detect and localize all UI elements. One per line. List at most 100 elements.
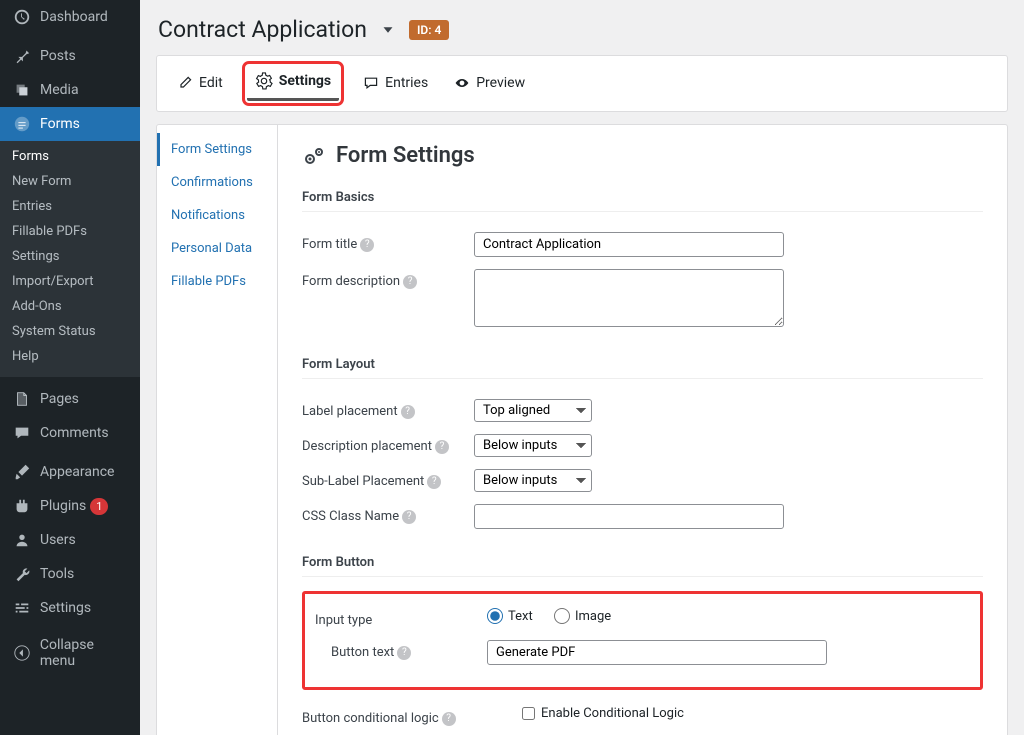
subnav-fillable-pdfs[interactable]: Fillable PDFs [0, 219, 140, 244]
page-header: Contract Application ID: 4 [156, 12, 1008, 55]
nav-plugins[interactable]: Plugins 1 [0, 489, 140, 523]
nav-forms-submenu: Forms New Form Entries Fillable PDFs Set… [0, 141, 140, 377]
media-icon [12, 80, 32, 100]
nav-users[interactable]: Users [0, 523, 140, 557]
tab-settings-label: Settings [279, 73, 331, 89]
nav-forms[interactable]: Forms [0, 107, 140, 141]
help-icon[interactable]: ? [427, 475, 441, 489]
help-icon[interactable]: ? [442, 712, 456, 726]
gear-icon [255, 72, 273, 90]
help-icon[interactable]: ? [397, 646, 411, 660]
subtab-notifications[interactable]: Notifications [157, 199, 277, 232]
nav-tools[interactable]: Tools [0, 557, 140, 591]
nav-forms-label: Forms [40, 116, 80, 132]
chat-icon [363, 75, 379, 91]
subtab-form-settings[interactable]: Form Settings [157, 133, 277, 166]
settings-panel: Form Settings Form Basics Form title? Fo… [278, 124, 1008, 735]
nav-appearance-label: Appearance [40, 464, 114, 480]
nav-posts-label: Posts [40, 48, 76, 64]
help-icon[interactable]: ? [403, 275, 417, 289]
radio-input-text[interactable] [487, 608, 503, 624]
subnav-system-status[interactable]: System Status [0, 319, 140, 344]
subnav-addons[interactable]: Add-Ons [0, 294, 140, 319]
nav-settings-label: Settings [40, 600, 91, 616]
nav-media-label: Media [40, 82, 79, 98]
subnav-import-export[interactable]: Import/Export [0, 269, 140, 294]
sliders-icon [12, 598, 32, 618]
tab-entries-label: Entries [385, 75, 428, 91]
label-label-placement: Label placement? [302, 399, 474, 419]
eye-icon [454, 75, 470, 91]
radio-input-image-label[interactable]: Image [554, 608, 611, 624]
nav-media[interactable]: Media [0, 73, 140, 107]
nav-comments[interactable]: Comments [0, 416, 140, 450]
tab-settings[interactable]: Settings [247, 66, 339, 101]
label-button-text: Button text? [315, 640, 487, 660]
plugin-icon [12, 496, 32, 516]
input-css-class[interactable] [474, 504, 784, 529]
nav-dashboard-label: Dashboard [40, 9, 108, 25]
select-description-placement[interactable]: Below inputs [474, 434, 592, 457]
radio-input-image[interactable] [554, 608, 570, 624]
label-input-type: Input type [315, 608, 487, 628]
forms-icon [12, 114, 32, 134]
nav-plugins-label: Plugins [40, 498, 86, 514]
nav-posts[interactable]: Posts [0, 39, 140, 73]
form-tabs: Edit Settings Entries Preview [156, 55, 1008, 112]
input-button-text[interactable] [487, 640, 827, 665]
highlight-form-button: Input type Text Image Button text? [302, 591, 983, 690]
tab-preview[interactable]: Preview [452, 66, 527, 101]
help-icon[interactable]: ? [360, 238, 374, 252]
tab-edit-label: Edit [199, 75, 223, 91]
section-form-button: Form Button [302, 555, 983, 577]
nav-tools-label: Tools [40, 566, 74, 582]
checkbox-conditional-label[interactable]: Enable Conditional Logic [522, 706, 684, 721]
subtab-fillable-pdfs[interactable]: Fillable PDFs [157, 265, 277, 298]
nav-pages[interactable]: Pages [0, 382, 140, 416]
label-css-class: CSS Class Name? [302, 504, 474, 524]
tab-entries[interactable]: Entries [361, 66, 430, 101]
help-icon[interactable]: ? [402, 510, 416, 524]
checkbox-conditional[interactable] [522, 707, 535, 720]
select-label-placement[interactable]: Top aligned [474, 399, 592, 422]
brush-icon [12, 462, 32, 482]
pin-icon [12, 46, 32, 66]
users-icon [12, 530, 32, 550]
subnav-settings[interactable]: Settings [0, 244, 140, 269]
settings-subnav: Form Settings Confirmations Notification… [156, 124, 278, 735]
subnav-entries[interactable]: Entries [0, 194, 140, 219]
subtab-confirmations[interactable]: Confirmations [157, 166, 277, 199]
panel-heading: Form Settings [302, 143, 983, 168]
subnav-new-form[interactable]: New Form [0, 169, 140, 194]
input-form-title[interactable] [474, 232, 784, 257]
input-form-description[interactable] [474, 269, 784, 327]
form-switcher[interactable] [379, 21, 397, 39]
select-sublabel-placement[interactable]: Below inputs [474, 469, 592, 492]
tab-edit[interactable]: Edit [175, 66, 225, 101]
nav-comments-label: Comments [40, 425, 109, 441]
page-title: Contract Application [158, 16, 367, 43]
nav-settings[interactable]: Settings [0, 591, 140, 625]
plugins-badge: 1 [90, 498, 108, 515]
radio-input-text-label[interactable]: Text [487, 608, 533, 624]
label-form-title: Form title? [302, 232, 474, 252]
help-icon[interactable]: ? [401, 405, 415, 419]
nav-collapse[interactable]: Collapse menu [0, 630, 140, 676]
label-description-placement: Description placement? [302, 434, 474, 454]
admin-sidebar: Dashboard Posts Media Forms Forms New Fo… [0, 0, 140, 735]
section-form-basics: Form Basics [302, 190, 983, 212]
subnav-forms[interactable]: Forms [0, 141, 140, 169]
subtab-personal-data[interactable]: Personal Data [157, 232, 277, 265]
nav-dashboard[interactable]: Dashboard [0, 0, 140, 34]
section-form-layout: Form Layout [302, 357, 983, 379]
nav-appearance[interactable]: Appearance [0, 455, 140, 489]
help-icon[interactable]: ? [435, 440, 449, 454]
label-form-description: Form description? [302, 269, 474, 289]
label-sublabel-placement: Sub-Label Placement? [302, 469, 474, 489]
wrench-icon [12, 564, 32, 584]
subnav-help[interactable]: Help [0, 344, 140, 369]
nav-collapse-label: Collapse menu [40, 637, 132, 669]
form-id-badge: ID: 4 [409, 20, 449, 40]
main-content: Contract Application ID: 4 Edit Settings… [140, 0, 1024, 735]
collapse-icon [12, 643, 32, 663]
